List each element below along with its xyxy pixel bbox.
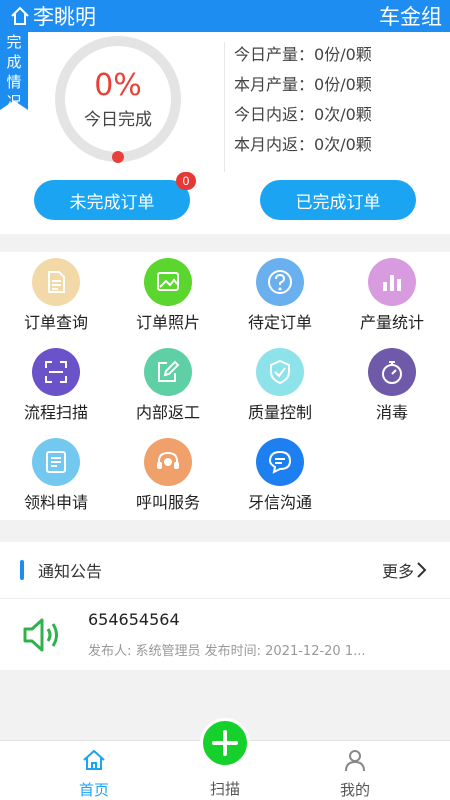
stat-value: 0份/0颗	[314, 45, 372, 64]
menu-grid: 订单查询 订单照片 待定订单 产量统计 流程扫描 内部返工 质量控制 消毒 领料…	[0, 252, 450, 520]
stat-label: 本月产量：	[234, 75, 315, 94]
ribbon-char: 情	[6, 73, 22, 91]
scan-button[interactable]	[200, 718, 250, 768]
menu-process-scan[interactable]: 流程扫描	[0, 342, 112, 430]
menu-label: 产量统计	[359, 313, 424, 332]
notice-title: 通知公告	[20, 558, 102, 582]
home-icon	[83, 749, 105, 770]
menu-material-request[interactable]: 领料申请	[0, 432, 112, 520]
plus-icon	[212, 730, 238, 756]
ribbon-char: 况	[6, 93, 22, 110]
title-accent-bar	[20, 560, 24, 580]
shield-check-icon	[256, 348, 304, 396]
stat-label: 今日内返：	[234, 105, 315, 124]
notice-item-meta: 发布人: 系统管理员 发布时间: 2021-12-20 1...	[88, 644, 366, 659]
progress-label: 今日完成	[84, 109, 152, 130]
done-orders-button[interactable]: 已完成订单	[260, 180, 416, 220]
chat-icon	[256, 438, 304, 486]
more-label: 更多	[381, 562, 414, 581]
document-icon	[32, 258, 80, 306]
notice-title-text: 通知公告	[38, 562, 103, 581]
progress-percent: 0%	[94, 67, 142, 103]
menu-quality-control[interactable]: 质量控制	[224, 342, 336, 430]
menu-dental-chat[interactable]: 牙信沟通	[224, 432, 336, 520]
menu-pending-orders[interactable]: 待定订单	[224, 252, 336, 340]
progress-text: 0% 今日完成	[53, 34, 183, 164]
menu-label: 牙信沟通	[247, 493, 312, 512]
tab-mine-label: 我的	[339, 781, 370, 799]
photo-icon	[144, 258, 192, 306]
notice-more-link[interactable]: 更多	[382, 558, 428, 582]
menu-internal-rework[interactable]: 内部返工	[112, 342, 224, 430]
notice-item[interactable]: 654654564 发布人: 系统管理员 发布时间: 2021-12-20 1.…	[0, 600, 450, 670]
form-icon	[32, 438, 80, 486]
stat-row: 今日内返：0次/0颗	[234, 100, 372, 130]
stat-value: 0份/0颗	[314, 75, 372, 94]
group-name: 车金组	[379, 5, 442, 29]
scan-label: 扫描	[209, 780, 240, 798]
notice-item-title: 654654564	[88, 610, 180, 629]
menu-call-service[interactable]: 呼叫服务	[112, 432, 224, 520]
tab-home[interactable]: 首页	[34, 741, 154, 800]
menu-label: 订单照片	[135, 313, 200, 332]
menu-label: 订单查询	[23, 313, 88, 332]
scan-icon	[32, 348, 80, 396]
menu-label: 质量控制	[247, 403, 312, 422]
ribbon-char: 完	[6, 33, 22, 51]
home-icon	[11, 6, 29, 25]
undone-count-badge: 0	[176, 172, 196, 190]
user-name: 李眺明	[33, 5, 96, 29]
stat-row: 今日产量：0份/0颗	[234, 40, 372, 70]
menu-order-query[interactable]: 订单查询	[0, 252, 112, 340]
tab-home-label: 首页	[78, 781, 109, 799]
top-header: 李眺明 车金组	[0, 0, 450, 32]
menu-disinfection[interactable]: 消毒	[336, 342, 448, 430]
menu-label: 待定订单	[247, 313, 312, 332]
stat-row: 本月产量：0份/0颗	[234, 70, 372, 100]
menu-label: 呼叫服务	[135, 493, 200, 512]
stat-label: 本月内返：	[234, 135, 315, 154]
bar-chart-icon	[368, 258, 416, 306]
stat-value: 0次/0颗	[314, 105, 372, 124]
speaker-icon	[23, 618, 58, 652]
menu-label: 内部返工	[135, 403, 200, 422]
menu-label: 领料申请	[23, 493, 88, 512]
notice-header: 通知公告 更多	[0, 542, 450, 599]
divider	[224, 42, 225, 172]
menu-label: 消毒	[375, 403, 408, 422]
menu-label: 流程扫描	[23, 403, 88, 422]
ribbon-char: 成	[6, 53, 22, 71]
tab-mine[interactable]: 我的	[295, 741, 415, 800]
edit-icon	[144, 348, 192, 396]
question-icon	[256, 258, 304, 306]
user-area: 李眺明	[10, 1, 96, 31]
timer-icon	[368, 348, 416, 396]
stat-value: 0次/0颗	[314, 135, 372, 154]
done-orders-label: 已完成订单	[295, 192, 381, 212]
undone-orders-label: 未完成订单	[69, 192, 155, 212]
menu-order-photo[interactable]: 订单照片	[112, 252, 224, 340]
headset-icon	[144, 438, 192, 486]
undone-orders-button[interactable]: 未完成订单 0	[34, 172, 196, 220]
menu-output-stats[interactable]: 产量统计	[336, 252, 448, 340]
stats-card: 完 成 情 况 0% 今日完成 今日产量：0份/0颗 本月产量：0份/0颗 今日…	[0, 32, 450, 234]
status-ribbon: 完 成 情 况	[0, 32, 28, 110]
stat-row: 本月内返：0次/0颗	[234, 130, 372, 160]
chevron-right-icon	[417, 562, 427, 578]
stat-label: 今日产量：	[234, 45, 315, 64]
user-icon	[345, 750, 365, 772]
stat-list: 今日产量：0份/0颗 本月产量：0份/0颗 今日内返：0次/0颗 本月内返：0次…	[234, 40, 372, 160]
notice-panel: 通知公告 更多 654654564 发布人: 系统管理员 发布时间: 2021-…	[0, 542, 450, 670]
